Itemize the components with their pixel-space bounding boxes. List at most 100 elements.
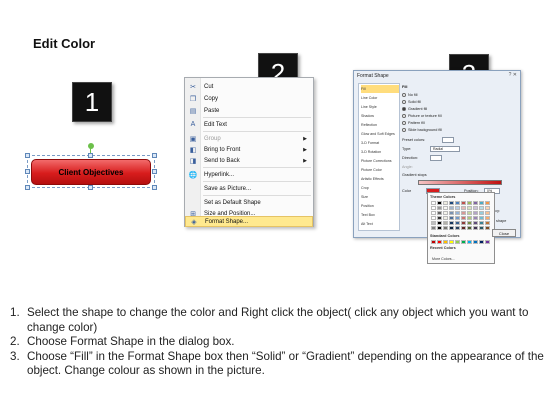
color-swatch[interactable]: [461, 201, 466, 205]
color-swatch[interactable]: [467, 240, 472, 244]
resize-handle-t[interactable]: [88, 153, 93, 158]
color-swatch[interactable]: [467, 201, 472, 205]
color-swatch[interactable]: [449, 206, 454, 210]
color-swatch[interactable]: [455, 201, 460, 205]
category-shadow[interactable]: Shadow: [361, 112, 399, 120]
category-artistic-effects[interactable]: Artistic Effects: [361, 175, 399, 183]
color-swatch[interactable]: [479, 240, 484, 244]
option-gradient-fill[interactable]: Gradient fill: [402, 107, 427, 111]
color-swatch[interactable]: [437, 226, 442, 230]
option-slide-background-fill[interactable]: Slide background fill: [402, 128, 442, 132]
dialog-window-buttons[interactable]: ? ✕: [509, 72, 517, 78]
shape-label[interactable]: Client Objectives: [31, 159, 151, 185]
color-swatch[interactable]: [437, 216, 442, 220]
category-line-style[interactable]: Line Style: [361, 103, 399, 111]
color-swatch[interactable]: [449, 211, 454, 215]
color-swatch[interactable]: [437, 211, 442, 215]
color-swatch[interactable]: [467, 216, 472, 220]
resize-handle-br[interactable]: [152, 185, 157, 190]
resize-handle-l[interactable]: [25, 169, 30, 174]
color-swatch[interactable]: [485, 240, 490, 244]
menu-item-paste[interactable]: ▤ Paste: [185, 105, 313, 116]
category-picture-color[interactable]: Picture Color: [361, 166, 399, 174]
category-3d-rotation[interactable]: 3-D Rotation: [361, 148, 399, 156]
more-colors-link[interactable]: More Colors...: [432, 257, 455, 261]
color-swatch[interactable]: [443, 240, 448, 244]
color-swatch[interactable]: [479, 216, 484, 220]
color-swatch[interactable]: [443, 211, 448, 215]
color-swatch[interactable]: [455, 221, 460, 225]
option-no-fill[interactable]: No fill: [402, 93, 418, 97]
color-swatch[interactable]: [455, 226, 460, 230]
color-swatch[interactable]: [431, 221, 436, 225]
color-swatch[interactable]: [479, 226, 484, 230]
gradient-stops-bar[interactable]: [418, 180, 502, 185]
color-swatch[interactable]: [485, 206, 490, 210]
color-swatch[interactable]: [437, 206, 442, 210]
category-text-box[interactable]: Text Box: [361, 211, 399, 219]
color-swatch[interactable]: [437, 221, 442, 225]
color-swatch[interactable]: [431, 240, 436, 244]
color-swatch[interactable]: [449, 221, 454, 225]
color-swatch[interactable]: [443, 201, 448, 205]
category-crop[interactable]: Crop: [361, 184, 399, 192]
menu-item-send-to-back[interactable]: ◨ Send to Back ▶: [185, 155, 313, 166]
color-swatch[interactable]: [485, 201, 490, 205]
color-swatch[interactable]: [479, 201, 484, 205]
category-glow[interactable]: Glow and Soft Edges: [361, 130, 399, 138]
color-swatch[interactable]: [473, 226, 478, 230]
category-position[interactable]: Position: [361, 202, 399, 210]
menu-item-bring-to-front[interactable]: ◧ Bring to Front ▶: [185, 144, 313, 155]
color-swatch[interactable]: [449, 226, 454, 230]
color-swatch[interactable]: [473, 201, 478, 205]
color-swatch[interactable]: [443, 221, 448, 225]
category-reflection[interactable]: Reflection: [361, 121, 399, 129]
color-swatch[interactable]: [431, 216, 436, 220]
resize-handle-tr[interactable]: [152, 153, 157, 158]
color-swatch[interactable]: [431, 206, 436, 210]
color-swatch[interactable]: [437, 201, 442, 205]
color-swatch[interactable]: [467, 226, 472, 230]
option-solid-fill[interactable]: Solid fill: [402, 100, 421, 104]
color-swatch[interactable]: [467, 211, 472, 215]
option-picture-fill[interactable]: Picture or texture fill: [402, 114, 442, 118]
direction-dropdown[interactable]: [430, 155, 442, 161]
color-swatch[interactable]: [437, 240, 442, 244]
color-swatch[interactable]: [455, 206, 460, 210]
color-swatch[interactable]: [455, 216, 460, 220]
color-swatch[interactable]: [461, 211, 466, 215]
color-swatch[interactable]: [485, 221, 490, 225]
category-line-color[interactable]: Line Color: [361, 94, 399, 102]
color-swatch[interactable]: [461, 216, 466, 220]
color-swatch[interactable]: [485, 226, 490, 230]
color-swatch[interactable]: [449, 216, 454, 220]
color-swatch[interactable]: [461, 240, 466, 244]
category-picture-corrections[interactable]: Picture Corrections: [361, 157, 399, 165]
type-dropdown[interactable]: Radial: [430, 146, 460, 152]
resize-handle-r[interactable]: [152, 169, 157, 174]
color-swatch[interactable]: [449, 201, 454, 205]
color-swatch[interactable]: [443, 226, 448, 230]
color-swatch[interactable]: [461, 226, 466, 230]
color-swatch[interactable]: [431, 201, 436, 205]
color-swatch[interactable]: [479, 221, 484, 225]
standard-colors-grid[interactable]: [431, 240, 490, 244]
menu-item-hyperlink[interactable]: 🌐 Hyperlink...: [185, 169, 313, 180]
resize-handle-b[interactable]: [88, 185, 93, 190]
color-swatch[interactable]: [473, 221, 478, 225]
color-swatch[interactable]: [485, 216, 490, 220]
theme-colors-grid[interactable]: [431, 201, 490, 230]
option-pattern-fill[interactable]: Pattern fill: [402, 121, 425, 125]
color-swatch[interactable]: [473, 216, 478, 220]
color-swatch[interactable]: [449, 240, 454, 244]
color-swatch[interactable]: [473, 211, 478, 215]
color-swatch[interactable]: [431, 226, 436, 230]
menu-item-copy[interactable]: ❐ Copy: [185, 93, 313, 104]
preset-colors-dropdown[interactable]: [442, 137, 454, 143]
color-swatch[interactable]: [461, 221, 466, 225]
close-button[interactable]: Close: [492, 229, 516, 237]
rotation-handle[interactable]: [88, 143, 94, 149]
color-swatch[interactable]: [443, 216, 448, 220]
color-swatch[interactable]: [455, 211, 460, 215]
category-3d-format[interactable]: 3-D Format: [361, 139, 399, 147]
